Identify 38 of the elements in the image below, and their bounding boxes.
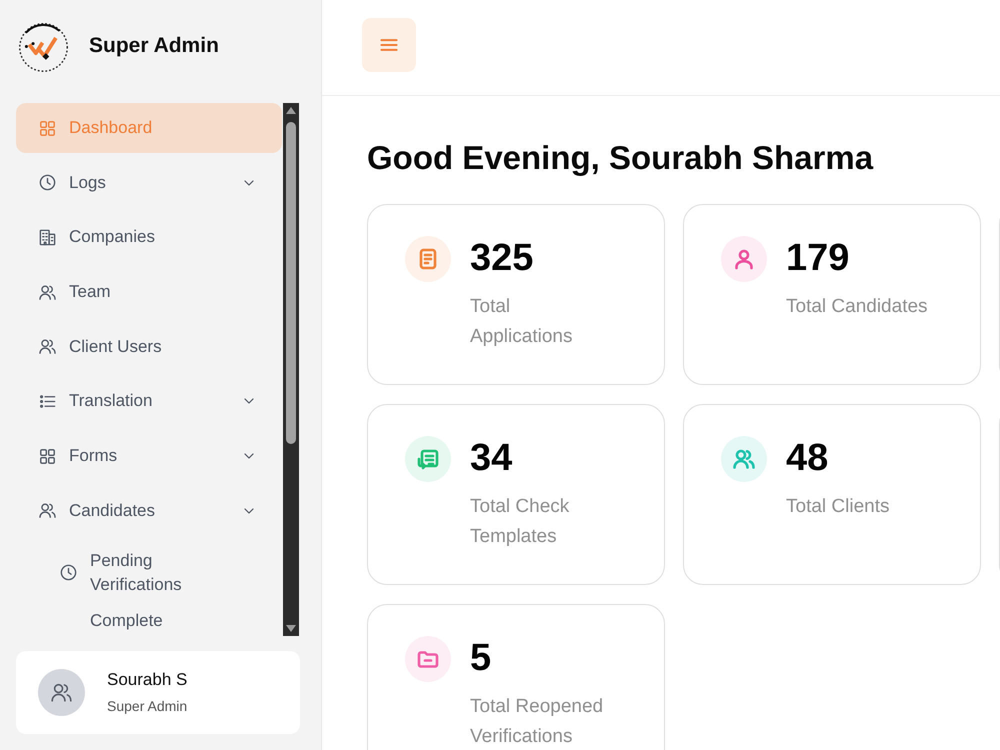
brand-title: Super Admin [89,34,219,58]
nav-item[interactable]: Translation [16,376,282,426]
nav-item[interactable]: Client Users [16,322,282,372]
nav-item[interactable]: Forms [16,431,282,482]
scroll-thumb[interactable] [286,122,296,444]
stat-label: Total Check Templates [470,495,570,549]
stat-value: 34 [470,436,514,480]
nav-item[interactable]: Logs [16,158,282,208]
users-icon [38,282,57,302]
greeting-title: Good Evening, Sourabh Sharma [367,138,874,178]
scrollbar[interactable] [283,103,299,636]
nav-item[interactable]: Companies [16,212,282,262]
users-icon [38,337,57,356]
stat-label: Total Applications [470,295,574,349]
users-icon [38,501,57,520]
user-role: Super Admin [107,698,188,715]
nav-subitem[interactable]: Pending Verifications [16,540,282,596]
building-icon [38,228,57,247]
stat-label: Total Reopened Verifications [470,695,604,749]
stat-label: Total Clients [786,495,890,519]
grid-icon [38,446,57,466]
user-card[interactable]: Sourabh S Super Admin [16,651,300,734]
stat-value: 325 [470,236,534,280]
user-name: Sourabh S [107,670,188,690]
grid-icon [38,118,57,138]
nav-item[interactable]: Team [16,267,282,318]
avatar-icon [38,669,85,716]
stat-value: 48 [786,436,830,480]
stat-value: 5 [470,636,492,680]
clock-icon [59,563,78,582]
stat-value: 179 [786,236,850,280]
scroll-down-icon[interactable] [286,625,296,632]
nav-item[interactable]: Candidates [16,486,282,536]
menu-button[interactable] [362,18,416,72]
scroll-up-icon[interactable] [286,107,296,114]
nav-subitem[interactable]: Complete [16,601,282,634]
stat-label: Total Candidates [786,295,929,319]
clock-icon [38,173,57,192]
